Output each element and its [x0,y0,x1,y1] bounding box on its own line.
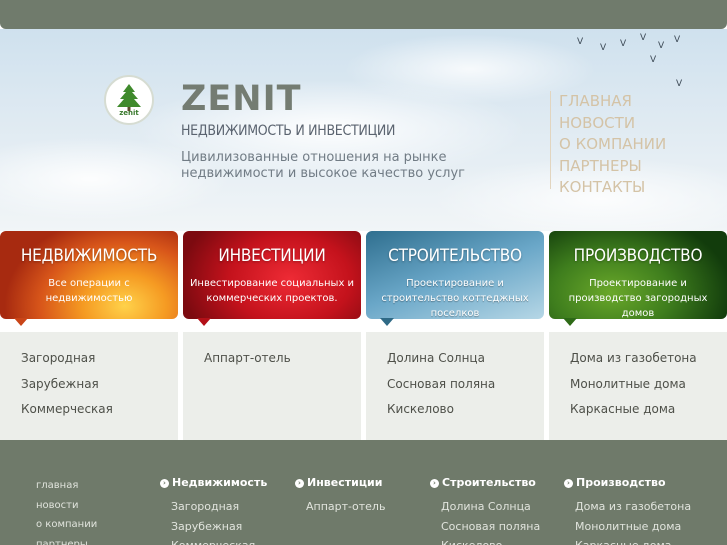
footer-link[interactable]: Сосновая поляна [430,517,540,537]
bird-icon: ᐯ [674,35,681,45]
nav-link-partners[interactable]: ПАРТНЕРЫ [559,156,727,178]
nav-link-news[interactable]: НОВОСТИ [559,113,727,135]
top-bar [0,0,727,29]
logo-text: zenit [119,109,139,117]
card-title: ИНВЕСТИЦИИ [218,246,326,266]
card-description: Инвестирование социальных и коммерческих… [189,278,355,304]
card-header[interactable]: ПРОИЗВОДСТВО Проектирование и производст… [549,231,727,326]
bird-icon: ᐯ [600,43,607,53]
card-links: Аппарт-отель [183,332,361,440]
footer-link[interactable]: Дома из газобетона [564,497,691,517]
footer-link[interactable]: Монолитные дома [564,517,691,537]
footer-link[interactable]: Каркасные дома [564,536,691,545]
footer-heading: Недвижимость [172,476,268,489]
footer-link[interactable]: Долина Солнца [430,497,540,517]
card-link[interactable]: Сосновая поляна [387,372,544,398]
bird-icon: ᐯ [676,79,683,89]
brand-name: ZENIT [181,79,302,119]
footer-heading: Производство [576,476,666,489]
card-header[interactable]: ИНВЕСТИЦИИ Инвестирование социальных и к… [183,231,361,326]
card-production: ПРОИЗВОДСТВО Проектирование и производст… [549,231,727,440]
footer-heading: Инвестиции [307,476,383,489]
card-link[interactable]: Каркасные дома [570,397,727,423]
bird-icon: ᐯ [620,39,627,49]
card-title: НЕДВИЖИМОСТЬ [20,246,158,266]
card-description: Все операции с недвижимостью [45,278,133,304]
card-construction: СТРОИТЕЛЬСТВО Проектирование и строитель… [366,231,544,440]
footer-column-real-estate: ›Недвижимость Загородная Зарубежная Комм… [160,476,267,545]
footer: главная новости о компании партнеры › Нед… [0,440,727,545]
footer-column-production: › Производство Дома из газобетона Монолит… [564,476,691,545]
card-link[interactable]: Монолитные дома [570,372,727,398]
footer-link[interactable]: Аппарт-отель [295,497,385,517]
card-description: Проектирование и строительство коттеджны… [381,278,529,319]
card-link[interactable]: Загородная [21,346,178,372]
footer-link[interactable]: о компании [36,515,97,535]
brand-tagline: НЕДВИЖИМОСТЬ И ИНВЕСТИЦИИ [181,123,396,139]
arrow-right-icon: › [160,479,169,488]
footer-link[interactable]: Зарубежная [160,517,267,537]
top-nav: ГЛАВНАЯ НОВОСТИ О КОМПАНИИ ПАРТНЕРЫ КОНТ… [550,91,727,196]
card-description: Проектирование и производство загородных… [568,278,708,319]
arrow-right-icon: › [295,479,304,488]
footer-link[interactable]: партнеры [36,535,97,545]
card-link[interactable]: Коммерческая [21,397,178,423]
card-link[interactable]: Долина Солнца [387,346,544,372]
brand-slogan: Цивилизованные отношения на рынке недвиж… [181,150,466,181]
footer-link[interactable]: Загородная [160,497,267,517]
card-title: ПРОИЗВОДСТВО [573,246,703,266]
card-link[interactable]: Аппарт-отель [204,346,361,372]
nav-link-contacts[interactable]: КОНТАКТЫ [559,177,727,199]
bird-icon: ᐯ [650,55,657,65]
bird-icon: ᐯ [640,33,647,43]
arrow-right-icon: › [430,479,439,488]
card-title: СТРОИТЕЛЬСТВО [388,246,522,266]
footer-heading: Строительство [442,476,536,489]
card-link[interactable]: Дома из газобетона [570,346,727,372]
card-real-estate: НЕДВИЖИМОСТЬ Все операции с недвижимость… [0,231,178,440]
footer-main-links: главная новости о компании партнеры [36,476,97,545]
card-link[interactable]: Зарубежная [21,372,178,398]
footer-link[interactable]: главная [36,476,97,496]
card-header[interactable]: НЕДВИЖИМОСТЬ Все операции с недвижимость… [0,231,178,326]
card-investments: ИНВЕСТИЦИИ Инвестирование социальных и к… [183,231,361,440]
nav-link-home[interactable]: ГЛАВНАЯ [559,91,727,113]
card-links: Загородная Зарубежная Коммерческая [0,332,178,440]
nav-link-about[interactable]: О КОМПАНИИ [559,134,727,156]
card-links: Дома из газобетона Монолитные дома Карка… [549,332,727,440]
card-links: Долина Солнца Сосновая поляна Кискелово [366,332,544,440]
logo[interactable]: zenit [104,75,154,125]
card-link[interactable]: Кискелово [387,397,544,423]
bird-icon: ᐯ [577,37,584,47]
footer-link[interactable]: Коммерческая [160,536,267,545]
fir-tree-icon [117,84,141,111]
card-header[interactable]: СТРОИТЕЛЬСТВО Проектирование и строитель… [366,231,544,326]
bird-icon: ᐯ [658,41,665,51]
arrow-right-icon: › [564,479,573,488]
footer-link[interactable]: Кискелово [430,536,540,545]
category-cards: НЕДВИЖИМОСТЬ Все операции с недвижимость… [0,231,727,440]
footer-link[interactable]: новости [36,496,97,516]
footer-column-construction: › Строительство Долина Солнца Сосновая по… [430,476,540,545]
footer-column-investments: › Инвестиции Аппарт-отель [295,476,385,517]
